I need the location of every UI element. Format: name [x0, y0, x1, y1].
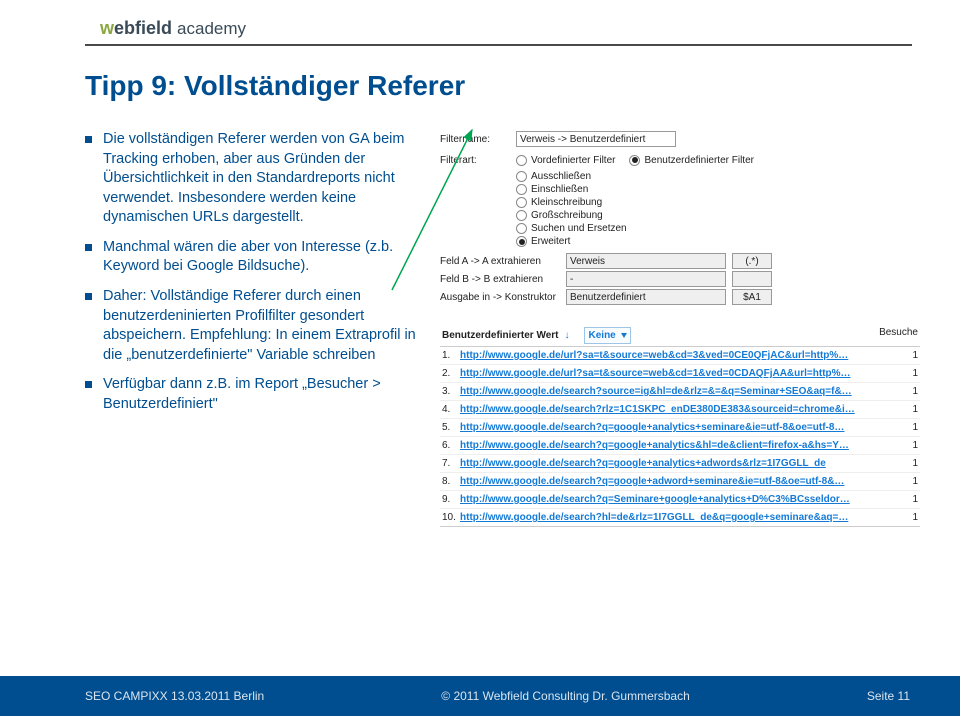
- row-visits: 1: [890, 404, 918, 415]
- filtername-input[interactable]: Verweis -> Benutzerdefiniert: [516, 131, 676, 147]
- mapping-row: Feld B -> B extrahieren-: [440, 271, 920, 287]
- row-url-link[interactable]: http://www.google.de/search?q=google+ana…: [460, 422, 890, 433]
- row-index: 10.: [442, 512, 460, 523]
- bullet-list: Die vollständigen Referer werden von GA …: [85, 130, 430, 646]
- table-row: 2.http://www.google.de/url?sa=t&source=w…: [440, 364, 920, 382]
- radio-option[interactable]: Kleinschreibung: [516, 197, 627, 208]
- col-benutzerdefiniert: Benutzerdefinierter Wert: [442, 330, 559, 341]
- row-index: 6.: [442, 440, 460, 451]
- row-url-link[interactable]: http://www.google.de/search?q=Seminare+g…: [460, 494, 890, 505]
- row-url-link[interactable]: http://www.google.de/search?q=google+adw…: [460, 476, 890, 487]
- mapping-select[interactable]: -: [566, 271, 726, 287]
- row-url-link[interactable]: http://www.google.de/search?q=google+ana…: [460, 440, 890, 451]
- row-visits: 1: [890, 350, 918, 361]
- table-row: 3.http://www.google.de/search?source=ig&…: [440, 382, 920, 400]
- row-index: 2.: [442, 368, 460, 379]
- table-row: 9.http://www.google.de/search?q=Seminare…: [440, 490, 920, 508]
- brand-logo: webfield academy: [100, 18, 246, 39]
- referer-table: 1.http://www.google.de/url?sa=t&source=w…: [440, 346, 920, 527]
- radio-icon: [516, 197, 527, 208]
- radio-icon: [516, 210, 527, 221]
- mapping-row: Ausgabe in -> KonstruktorBenutzerdefinie…: [440, 289, 920, 305]
- radio-label: Kleinschreibung: [531, 197, 602, 208]
- radio-option[interactable]: Erweitert: [516, 236, 627, 247]
- col-besuche: Besuche: [879, 327, 918, 344]
- sort-arrow-icon: ↓: [565, 330, 570, 341]
- radio-label: Erweitert: [531, 236, 570, 247]
- mapping-select[interactable]: Benutzerdefiniert: [566, 289, 726, 305]
- radio-label: Ausschließen: [531, 171, 591, 182]
- radio-label: Einschließen: [531, 184, 588, 195]
- slide-title: Tipp 9: Vollständiger Referer: [85, 70, 465, 102]
- arrow-annotation: [392, 120, 492, 300]
- mapping-row: Feld A -> A extrahierenVerweis(.*): [440, 253, 920, 269]
- row-url-link[interactable]: http://www.google.de/search?rlz=1C1SKPC_…: [460, 404, 890, 415]
- row-visits: 1: [890, 512, 918, 523]
- table-row: 8.http://www.google.de/search?q=google+a…: [440, 472, 920, 490]
- table-header: Benutzerdefinierter Wert ↓ Keine Besuche: [440, 327, 920, 346]
- row-url-link[interactable]: http://www.google.de/url?sa=t&source=web…: [460, 368, 890, 379]
- bullet-item: Daher: Vollständige Referer durch einen …: [85, 287, 430, 365]
- row-index: 3.: [442, 386, 460, 397]
- table-row: 7.http://www.google.de/search?q=google+a…: [440, 454, 920, 472]
- bullet-item: Manchmal wären die aber von Interesse (z…: [85, 238, 430, 277]
- radio-icon: [516, 236, 527, 247]
- table-row: 6.http://www.google.de/search?q=google+a…: [440, 436, 920, 454]
- bullet-item: Verfügbar dann z.B. im Report „Besucher …: [85, 375, 430, 414]
- mapping-extra[interactable]: (.*): [732, 253, 772, 269]
- filter-form: Filtername: Verweis -> Benutzerdefiniert…: [440, 130, 920, 305]
- row-url-link[interactable]: http://www.google.de/search?q=google+ana…: [460, 458, 890, 469]
- footer-mid: © 2011 Webfield Consulting Dr. Gummersba…: [441, 689, 690, 703]
- row-index: 5.: [442, 422, 460, 433]
- row-url-link[interactable]: http://www.google.de/search?source=ig&hl…: [460, 386, 890, 397]
- row-index: 7.: [442, 458, 460, 469]
- row-visits: 1: [890, 440, 918, 451]
- radio-icon: [516, 155, 527, 166]
- row-url-link[interactable]: http://www.google.de/url?sa=t&source=web…: [460, 350, 890, 361]
- radio-icon: [516, 171, 527, 182]
- row-index: 1.: [442, 350, 460, 361]
- row-visits: 1: [890, 368, 918, 379]
- table-row: 10.http://www.google.de/search?hl=de&rlz…: [440, 508, 920, 526]
- mapping-select[interactable]: Verweis: [566, 253, 726, 269]
- slide-footer: SEO CAMPIXX 13.03.2011 Berlin © 2011 Web…: [0, 676, 960, 716]
- row-visits: 1: [890, 386, 918, 397]
- row-visits: 1: [890, 422, 918, 433]
- footer-left: SEO CAMPIXX 13.03.2011 Berlin: [85, 689, 264, 703]
- row-index: 8.: [442, 476, 460, 487]
- row-visits: 1: [890, 476, 918, 487]
- radio-option[interactable]: Suchen und Ersetzen: [516, 223, 627, 234]
- radio-option[interactable]: Großschreibung: [516, 210, 627, 221]
- footer-right: Seite 11: [867, 689, 910, 703]
- row-index: 4.: [442, 404, 460, 415]
- radio-option[interactable]: Ausschließen: [516, 171, 627, 182]
- row-visits: 1: [890, 458, 918, 469]
- filter-none-dropdown[interactable]: Keine: [584, 327, 631, 344]
- mapping-extra[interactable]: [732, 271, 772, 287]
- radio-label: Benutzerdefinierter Filter: [644, 155, 754, 166]
- radio-option[interactable]: Vordefinierter Filter: [516, 155, 615, 166]
- row-visits: 1: [890, 494, 918, 505]
- radio-icon: [516, 184, 527, 195]
- bullet-item: Die vollständigen Referer werden von GA …: [85, 130, 430, 228]
- table-row: 4.http://www.google.de/search?rlz=1C1SKP…: [440, 400, 920, 418]
- row-index: 9.: [442, 494, 460, 505]
- radio-label: Großschreibung: [531, 210, 603, 221]
- table-row: 1.http://www.google.de/url?sa=t&source=w…: [440, 347, 920, 364]
- radio-option[interactable]: Einschließen: [516, 184, 627, 195]
- radio-icon: [516, 223, 527, 234]
- radio-icon: [629, 155, 640, 166]
- row-url-link[interactable]: http://www.google.de/search?hl=de&rlz=1I…: [460, 512, 890, 523]
- radio-option[interactable]: Benutzerdefinierter Filter: [629, 155, 754, 166]
- mapping-extra[interactable]: $A1: [732, 289, 772, 305]
- table-row: 5.http://www.google.de/search?q=google+a…: [440, 418, 920, 436]
- radio-label: Suchen und Ersetzen: [531, 223, 627, 234]
- radio-label: Vordefinierter Filter: [531, 155, 615, 166]
- divider: [85, 44, 912, 46]
